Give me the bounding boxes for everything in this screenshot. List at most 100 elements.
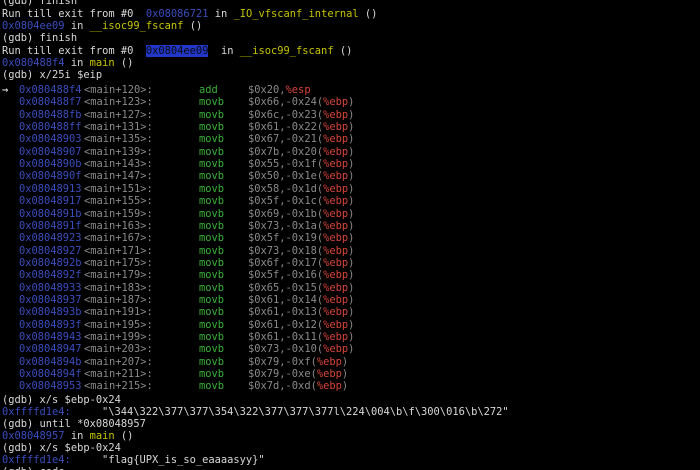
operands: $0x61,-0x22(%ebp) xyxy=(248,121,354,133)
symbol-offset: <main+175>: xyxy=(84,257,153,269)
gdb-terminal[interactable]: (gdb) finish Run till exit from #0 0x0808… xyxy=(0,0,700,470)
symbol-offset: <main+199>: xyxy=(84,331,153,343)
opcode: movb xyxy=(199,319,225,331)
source-operand: $0x55, xyxy=(248,158,286,170)
register: %ebp xyxy=(323,319,349,331)
source-operand: $0x67, xyxy=(248,133,286,145)
offset: -0x18 xyxy=(285,245,317,257)
register: %ebp xyxy=(323,121,349,133)
symbol-offset: <main+147>: xyxy=(84,170,153,182)
instruction-address: 0x08048927 xyxy=(19,245,82,257)
register: %ebp xyxy=(323,245,349,257)
paren: ) xyxy=(348,220,355,232)
symbol-offset: <main+215>: xyxy=(84,380,153,392)
instruction-address: 0x08048907 xyxy=(19,146,82,158)
offset: -0x1a xyxy=(285,220,317,232)
gdb-output-line: 0x08048957 in main () xyxy=(2,430,133,442)
instruction-address: 0x08048943 xyxy=(19,331,82,343)
register: %ebp xyxy=(323,343,349,355)
function-name: main xyxy=(89,57,115,69)
offset: -0x11 xyxy=(285,331,317,343)
paren: ) xyxy=(348,331,355,343)
offset: -0x22 xyxy=(285,121,317,133)
symbol-offset: <main+155>: xyxy=(84,195,153,207)
source-operand: $0x61, xyxy=(248,294,286,306)
register: %ebp xyxy=(316,356,342,368)
source-operand: $0x61, xyxy=(248,319,286,331)
source-operand: $0x5f, xyxy=(248,195,286,207)
symbol-offset: <main+120>: xyxy=(84,84,153,96)
register: %ebp xyxy=(316,368,342,380)
opcode: movb xyxy=(199,109,225,121)
operands: $0x73,-0x1a(%ebp) xyxy=(248,220,354,232)
offset: -0x1e xyxy=(285,170,317,182)
instruction-address: 0x080488fb xyxy=(19,109,82,121)
instruction-address: 0x0804891b xyxy=(19,208,82,220)
symbol-offset: <main+203>: xyxy=(84,343,153,355)
output-text: in xyxy=(64,20,90,32)
opcode: movb xyxy=(199,269,225,281)
register: %esp xyxy=(285,84,311,96)
operands: $0x55,-0x1f(%ebp) xyxy=(248,158,354,170)
instruction-address: 0x0804894f xyxy=(19,368,82,380)
opcode: movb xyxy=(199,331,225,343)
gdb-output-line: (gdb) x/s $ebp-0x24 xyxy=(2,394,121,406)
gdb-output-line: 0x080488f4 in main () xyxy=(2,57,133,69)
offset: -0x13 xyxy=(285,306,317,318)
symbol-offset: <main+139>: xyxy=(84,146,153,158)
function-name: _IO_vfscanf_internal xyxy=(233,8,359,20)
source-operand: $0x73, xyxy=(248,220,286,232)
opcode: movb xyxy=(199,368,225,380)
paren: ) xyxy=(348,96,355,108)
offset: -0x23 xyxy=(285,109,317,121)
current-instruction-pointer: ⇒ xyxy=(2,84,9,96)
output-text: (gdb) finish xyxy=(2,0,78,7)
instruction-address: 0x0804892f xyxy=(19,269,82,281)
instruction-address: 0x08048917 xyxy=(19,195,82,207)
offset: -0x20 xyxy=(285,146,317,158)
output-text: (gdb) x/25i $eip xyxy=(2,69,103,81)
gdb-output-line: (gdb) x/25i $eip xyxy=(2,69,102,81)
instruction-address: 0x08048923 xyxy=(19,232,82,244)
instruction-address: 0x0804890f xyxy=(19,170,82,182)
register: %ebp xyxy=(316,380,342,392)
register: %ebp xyxy=(323,294,349,306)
paren: ) xyxy=(341,368,349,380)
register: %ebp xyxy=(323,232,349,244)
register: %ebp xyxy=(323,195,349,207)
offset: -0x10 xyxy=(285,343,317,355)
instruction-address: 0x0804893b xyxy=(19,306,82,318)
operands: $0x61,-0x11(%ebp) xyxy=(248,331,354,343)
offset: -0xf xyxy=(285,356,311,368)
register: %ebp xyxy=(323,220,349,232)
gdb-output-line: Run till exit from #0 0x08086721 in _IO_… xyxy=(2,8,377,20)
symbol-offset: <main+187>: xyxy=(84,294,153,306)
operands: $0x20,%esp xyxy=(248,84,311,96)
register: %ebp xyxy=(323,257,349,269)
source-operand: $0x20, xyxy=(248,84,286,96)
symbol-offset: <main+167>: xyxy=(84,232,153,244)
offset: -0x1b xyxy=(285,208,317,220)
paren: ) xyxy=(348,146,355,158)
symbol-offset: <main+211>: xyxy=(84,368,153,380)
offset: -0x12 xyxy=(285,319,317,331)
symbol-offset: <main+159>: xyxy=(84,208,153,220)
paren: ) xyxy=(348,232,355,244)
offset: -0x14 xyxy=(285,294,317,306)
memory-address: 0xffffd1e4: xyxy=(2,406,71,418)
operands: $0x5f,-0x1c(%ebp) xyxy=(248,195,354,207)
output-text: in xyxy=(208,45,240,57)
offset: -0x1d xyxy=(285,183,317,195)
offset: -0x1f xyxy=(285,158,317,170)
gdb-command: (gdb) x/s $ebp-0x24 xyxy=(2,394,121,406)
register: %ebp xyxy=(323,96,349,108)
opcode: movb xyxy=(199,294,225,306)
opcode: movb xyxy=(199,343,225,355)
paren: ) xyxy=(348,257,355,269)
paren: ) xyxy=(348,183,355,195)
source-operand: $0x5f, xyxy=(248,269,286,281)
symbol-offset: <main+163>: xyxy=(84,220,153,232)
source-operand: $0x61, xyxy=(248,306,286,318)
symbol-offset: <main+183>: xyxy=(84,282,153,294)
opcode: movb xyxy=(199,195,225,207)
